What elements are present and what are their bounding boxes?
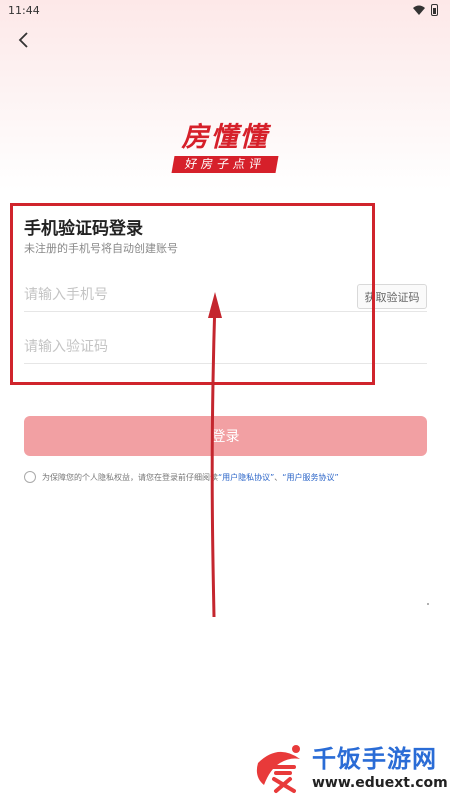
- watermark-title: 千饭手游网: [312, 744, 437, 773]
- rice-bowl-logo: [252, 742, 304, 795]
- service-agreement-link[interactable]: “用户服务协议”: [282, 472, 338, 483]
- login-title: 手机验证码登录: [24, 219, 143, 239]
- status-bar: 11:44: [0, 0, 450, 20]
- get-code-button[interactable]: 获取验证码: [357, 284, 427, 309]
- privacy-policy-link[interactable]: “用户隐私协议”: [218, 472, 274, 483]
- watermark-url: www.eduext.com: [312, 774, 448, 791]
- back-button[interactable]: [12, 28, 36, 52]
- login-subtitle: 未注册的手机号将自动创建账号: [24, 242, 178, 255]
- chevron-left-icon: [18, 32, 28, 48]
- code-field: [24, 332, 427, 364]
- logo-slogan: 好房子点评: [171, 156, 279, 173]
- code-input[interactable]: [24, 332, 427, 362]
- app-logo: 房懂懂 好房子点评: [163, 122, 287, 174]
- watermark: 千饭手游网 www.eduext.com: [250, 735, 450, 800]
- agreement-separator: 、: [274, 472, 283, 482]
- agreement-text: 为保障您的个人隐私权益，请您在登录前仔细阅读: [42, 472, 218, 482]
- agreement-checkbox[interactable]: [24, 471, 36, 483]
- login-button[interactable]: 登录: [24, 416, 427, 456]
- annotation-arrow: [208, 292, 222, 618]
- wifi-icon: [413, 5, 425, 15]
- status-time: 11:44: [8, 3, 40, 17]
- battery-icon: [431, 4, 438, 16]
- agreement-row: 为保障您的个人隐私权益，请您在登录前仔细阅读 “用户隐私协议” 、 “用户服务协…: [24, 469, 434, 485]
- decorative-dot: [427, 603, 429, 605]
- watermark-text: 千饭手游网 www.eduext.com: [312, 744, 448, 792]
- status-icons: [413, 4, 438, 16]
- logo-main-text: 房懂懂: [181, 122, 269, 153]
